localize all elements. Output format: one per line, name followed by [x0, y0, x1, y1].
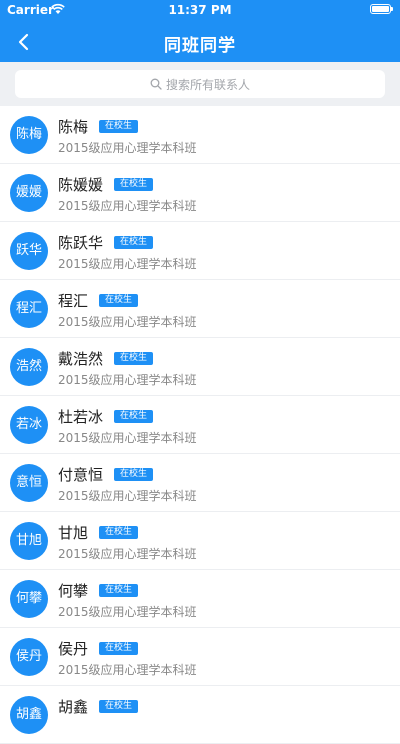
- name-line: 陈跃华 在校生: [58, 232, 154, 252]
- classmate-name: 陈梅: [58, 117, 89, 136]
- name-line: 程汇 在校生: [58, 290, 139, 310]
- classmate-name: 胡鑫: [58, 697, 89, 716]
- classmate-row[interactable]: 若冰 杜若冰 在校生 2015级应用心理学本科班: [0, 396, 400, 454]
- avatar: 若冰: [10, 406, 48, 444]
- search-placeholder: 搜索所有联系人: [165, 77, 250, 92]
- classmate-row[interactable]: 浩然 戴浩然 在校生 2015级应用心理学本科班: [0, 338, 400, 396]
- avatar: 甘旭: [10, 522, 48, 560]
- search-area: 搜索所有联系人: [0, 62, 400, 106]
- avatar: 侯丹: [10, 638, 48, 676]
- status-badge: 在校生: [99, 583, 139, 597]
- class-name: 2015级应用心理学本科班: [58, 257, 197, 271]
- avatar: 胡鑫: [10, 696, 48, 734]
- navigation-bar: 同班同学: [0, 22, 400, 62]
- classmate-list: 陈梅 陈梅 在校生 2015级应用心理学本科班 媛媛 陈媛媛 在校生 2015级应用心理学本科…: [0, 106, 400, 744]
- status-badge: 在校生: [99, 119, 139, 133]
- classmate-row[interactable]: 侯丹 侯丹 在校生 2015级应用心理学本科班: [0, 628, 400, 686]
- status-badge: 在校生: [114, 467, 154, 481]
- name-line: 陈梅 在校生: [58, 116, 139, 136]
- class-name: 2015级应用心理学本科班: [58, 141, 197, 155]
- classmate-name: 何攀: [58, 581, 89, 600]
- classmate-name: 戴浩然: [58, 349, 104, 368]
- status-time: 11:37 PM: [168, 3, 232, 17]
- name-line: 何攀 在校生: [58, 580, 139, 600]
- name-line: 戴浩然 在校生: [58, 348, 154, 368]
- avatar: 跃华: [10, 232, 48, 270]
- avatar: 何攀: [10, 580, 48, 618]
- status-badge: 在校生: [114, 177, 154, 191]
- name-line: 陈媛媛 在校生: [58, 174, 154, 194]
- page-title: 同班同学: [164, 36, 236, 56]
- class-name: 2015级应用心理学本科班: [58, 315, 197, 329]
- status-badge: 在校生: [114, 351, 154, 365]
- classmate-row[interactable]: 意恒 付意恒 在校生 2015级应用心理学本科班: [0, 454, 400, 512]
- status-badge: 在校生: [99, 641, 139, 655]
- battery-icon: [370, 4, 393, 14]
- class-name: 2015级应用心理学本科班: [58, 373, 197, 387]
- app-header: Carrier 11:37 PM 同班同学: [0, 0, 400, 62]
- name-line: 付意恒 在校生: [58, 464, 154, 484]
- classmate-name: 甘旭: [58, 523, 89, 542]
- avatar: 意恒: [10, 464, 48, 502]
- classmate-name: 侯丹: [58, 639, 89, 658]
- status-badge: 在校生: [99, 699, 139, 713]
- status-badge: 在校生: [99, 525, 139, 539]
- status-badge: 在校生: [114, 409, 154, 423]
- classmate-name: 程汇: [58, 291, 89, 310]
- class-name: 2015级应用心理学本科班: [58, 489, 197, 503]
- classmate-row[interactable]: 胡鑫 胡鑫 在校生: [0, 686, 400, 744]
- class-name: 2015级应用心理学本科班: [58, 199, 197, 213]
- classmate-name: 陈跃华: [58, 233, 104, 252]
- status-badge: 在校生: [114, 235, 154, 249]
- search-icon: [150, 78, 162, 90]
- search-input[interactable]: 搜索所有联系人: [15, 70, 385, 98]
- avatar: 程汇: [10, 290, 48, 328]
- avatar: 陈梅: [10, 116, 48, 154]
- name-line: 杜若冰 在校生: [58, 406, 154, 426]
- class-name: 2015级应用心理学本科班: [58, 547, 197, 561]
- classmate-name: 杜若冰: [58, 407, 104, 426]
- name-line: 侯丹 在校生: [58, 638, 139, 658]
- avatar: 媛媛: [10, 174, 48, 212]
- classmate-name: 付意恒: [58, 465, 104, 484]
- classmate-row[interactable]: 媛媛 陈媛媛 在校生 2015级应用心理学本科班: [0, 164, 400, 222]
- class-name: 2015级应用心理学本科班: [58, 663, 197, 677]
- class-name: 2015级应用心理学本科班: [58, 605, 197, 619]
- class-name: 2015级应用心理学本科班: [58, 431, 197, 445]
- name-line: 胡鑫 在校生: [58, 696, 139, 716]
- classmate-row[interactable]: 甘旭 甘旭 在校生 2015级应用心理学本科班: [0, 512, 400, 570]
- classmate-row[interactable]: 何攀 何攀 在校生 2015级应用心理学本科班: [0, 570, 400, 628]
- name-line: 甘旭 在校生: [58, 522, 139, 542]
- status-bar: Carrier 11:37 PM: [0, 0, 400, 22]
- classmate-name: 陈媛媛: [58, 175, 104, 194]
- classmate-row[interactable]: 陈梅 陈梅 在校生 2015级应用心理学本科班: [0, 106, 400, 164]
- avatar: 浩然: [10, 348, 48, 386]
- status-badge: 在校生: [99, 293, 139, 307]
- classmate-row[interactable]: 跃华 陈跃华 在校生 2015级应用心理学本科班: [0, 222, 400, 280]
- classmate-row[interactable]: 程汇 程汇 在校生 2015级应用心理学本科班: [0, 280, 400, 338]
